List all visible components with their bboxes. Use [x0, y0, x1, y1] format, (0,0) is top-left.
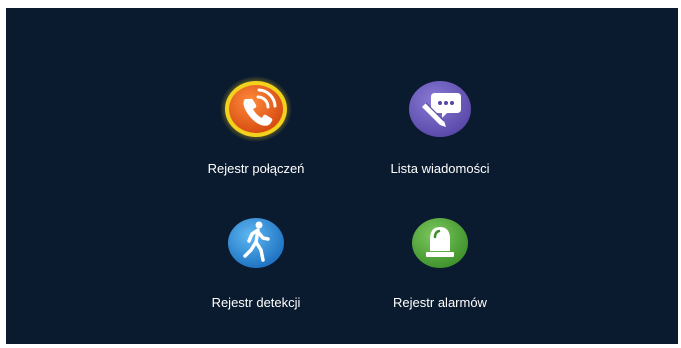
menu-item-alarm-log[interactable]: Rejestr alarmów: [350, 207, 530, 317]
phone-call-icon: [218, 73, 294, 149]
alarm-siren-icon: [402, 207, 478, 283]
menu-item-message-list[interactable]: Lista wiadomości: [350, 73, 530, 183]
main-menu-screen: Rejestr połączeń Lista wiadomości Rejest…: [6, 8, 678, 344]
message-pencil-icon: [402, 73, 478, 149]
detection-log-label: Rejestr detekcji: [211, 295, 301, 310]
alarm-log-label: Rejestr alarmów: [393, 295, 487, 310]
walking-person-icon: [218, 207, 294, 283]
menu-item-call-log[interactable]: Rejestr połączeń: [166, 73, 346, 183]
menu-item-detection-log[interactable]: Rejestr detekcji: [166, 207, 346, 317]
message-list-label: Lista wiadomości: [390, 161, 490, 176]
call-log-label: Rejestr połączeń: [207, 161, 305, 176]
